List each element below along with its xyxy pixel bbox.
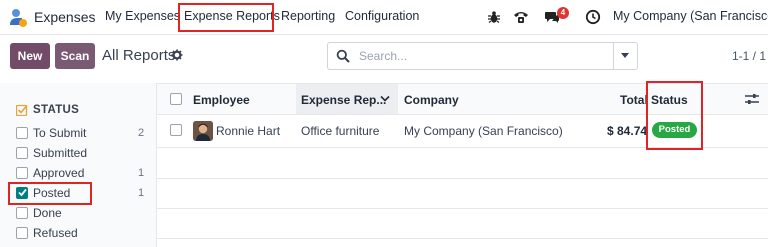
app-name[interactable]: Expenses xyxy=(34,9,95,25)
filter-checkbox-submitted[interactable] xyxy=(16,147,28,159)
expenses-app-icon[interactable] xyxy=(8,8,28,28)
message-count-badge: 4 xyxy=(557,7,569,19)
filter-checkbox-to-submit[interactable] xyxy=(16,127,28,139)
avatar xyxy=(193,121,213,141)
filter-label-submitted[interactable]: Submitted xyxy=(33,146,87,160)
row-divider xyxy=(157,208,768,209)
status-filter-icon xyxy=(16,104,28,116)
filter-label-done[interactable]: Done xyxy=(33,206,62,220)
bug-icon[interactable] xyxy=(486,9,502,25)
scan-button[interactable]: Scan xyxy=(55,43,95,69)
search-icon xyxy=(336,49,350,63)
row-divider xyxy=(157,178,768,179)
avatar-portrait xyxy=(193,121,213,141)
highlight-posted-filter xyxy=(8,182,92,205)
sort-chevron-icon xyxy=(380,95,390,102)
menu-reporting[interactable]: Reporting xyxy=(281,9,335,23)
filter-label-to-submit[interactable]: To Submit xyxy=(33,126,86,140)
column-header-employee[interactable]: Employee xyxy=(193,93,250,107)
row-checkbox[interactable] xyxy=(170,124,182,136)
filter-label-approved[interactable]: Approved xyxy=(33,166,84,180)
clock-icon[interactable] xyxy=(585,9,601,25)
phone-icon[interactable] xyxy=(513,9,529,25)
cell-expense-report[interactable]: Office furniture xyxy=(301,124,379,138)
column-header-total[interactable]: Total xyxy=(620,93,648,107)
filter-label-refused[interactable]: Refused xyxy=(33,226,78,240)
menu-my-expenses[interactable]: My Expenses xyxy=(105,9,180,23)
chevron-down-icon xyxy=(621,53,629,58)
filter-checkbox-approved[interactable] xyxy=(16,167,28,179)
cell-total[interactable]: $ 84.74 xyxy=(607,124,647,138)
search-placeholder: Search... xyxy=(359,49,408,63)
filter-count-approved: 1 xyxy=(138,167,145,179)
column-options-icon[interactable] xyxy=(745,93,759,105)
cell-company[interactable]: My Company (San Francisco) xyxy=(404,124,563,138)
menu-configuration[interactable]: Configuration xyxy=(345,9,419,23)
filter-checkbox-refused[interactable] xyxy=(16,227,28,239)
company-switcher[interactable]: My Company (San Francisco) xyxy=(613,9,768,23)
gear-icon[interactable] xyxy=(171,49,183,61)
new-button[interactable]: New xyxy=(10,43,50,69)
highlight-expense-reports-menu xyxy=(178,3,274,32)
status-filter-heading: STATUS xyxy=(33,104,80,116)
row-divider xyxy=(157,238,768,239)
highlight-status-column xyxy=(646,81,703,150)
filter-checkbox-done[interactable] xyxy=(16,207,28,219)
filter-count-to-submit: 2 xyxy=(138,127,145,139)
select-all-checkbox[interactable] xyxy=(170,93,182,105)
page-title: All Reports xyxy=(102,47,176,64)
filter-count-posted: 1 xyxy=(138,187,145,199)
column-header-company[interactable]: Company xyxy=(404,93,459,107)
column-header-expense-report[interactable]: Expense Rep... xyxy=(301,93,386,107)
cell-employee[interactable]: Ronnie Hart xyxy=(216,124,280,138)
pager[interactable]: 1-1 / 1 xyxy=(732,49,766,63)
